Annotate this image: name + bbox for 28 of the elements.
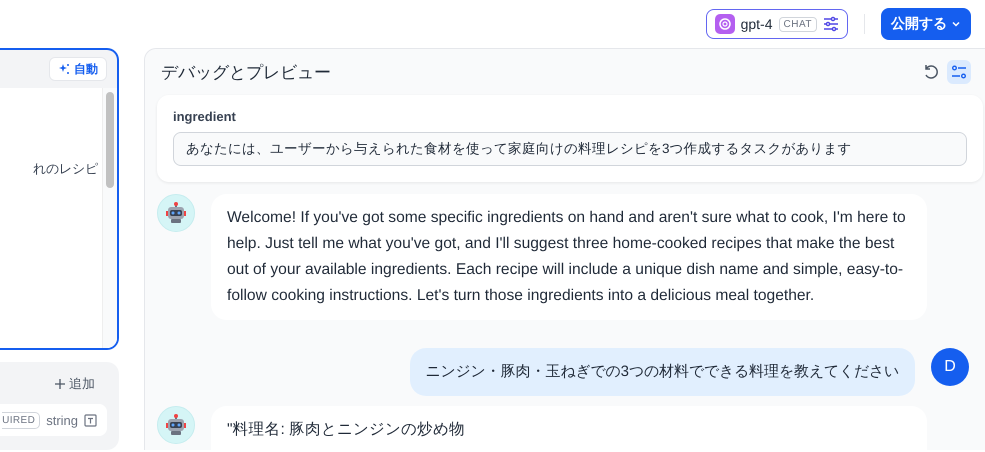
model-type-badge: CHAT bbox=[778, 16, 817, 32]
user-avatar: D bbox=[931, 348, 969, 386]
message-text: Welcome! If you've got some specific ingredients on hand and aren't sure what to cook, I'm here to help. Just tell me what you've got, and I'll suggest three home-cooked recipes that make the best out of your available ingredients. Each recipe will include a unique dish name and simple, easy-to-follow cooking instructions. Let's turn those ingredients into a delicious meal together. bbox=[227, 208, 907, 306]
input-field[interactable]: あなたには、ユーザーから与えられた食材を使って家庭向けの料理レシピを3つ作成するタスクがあります bbox=[173, 132, 967, 166]
sparkle-icon bbox=[58, 63, 70, 75]
model-logo-icon bbox=[714, 14, 735, 34]
scrollbar-thumb[interactable] bbox=[106, 92, 114, 188]
panel-title: デバッグとプレビュー bbox=[161, 62, 332, 84]
settings-button[interactable] bbox=[947, 60, 971, 84]
variable-row[interactable]: UIRED string bbox=[0, 404, 107, 436]
required-badge: UIRED bbox=[2, 412, 40, 428]
field-label: ingredient bbox=[173, 109, 237, 124]
publish-button[interactable]: 公開する bbox=[881, 8, 971, 40]
model-selector[interactable]: gpt-4 CHAT bbox=[706, 9, 848, 39]
sliders-icon[interactable] bbox=[823, 16, 839, 32]
add-variable-button[interactable]: 追加 bbox=[55, 374, 107, 394]
plus-icon bbox=[55, 379, 65, 389]
caret-icon bbox=[951, 19, 961, 29]
robot-icon bbox=[165, 414, 187, 436]
message-text: "料理名: 豚肉とニンジンの炒め物 bbox=[227, 420, 466, 440]
sliders-icon bbox=[951, 64, 967, 80]
message-text: ニンジン・豚肉・玉ねぎでの3つの材料でできる料理を教えてください bbox=[426, 362, 899, 382]
robot-icon bbox=[165, 202, 187, 224]
model-name: gpt-4 bbox=[740, 16, 773, 32]
variable-type: string bbox=[46, 412, 78, 428]
prompt-text: れのレシピ bbox=[32, 160, 99, 178]
text-type-icon bbox=[84, 414, 97, 426]
auto-generate-button[interactable]: 自動 bbox=[49, 57, 107, 81]
